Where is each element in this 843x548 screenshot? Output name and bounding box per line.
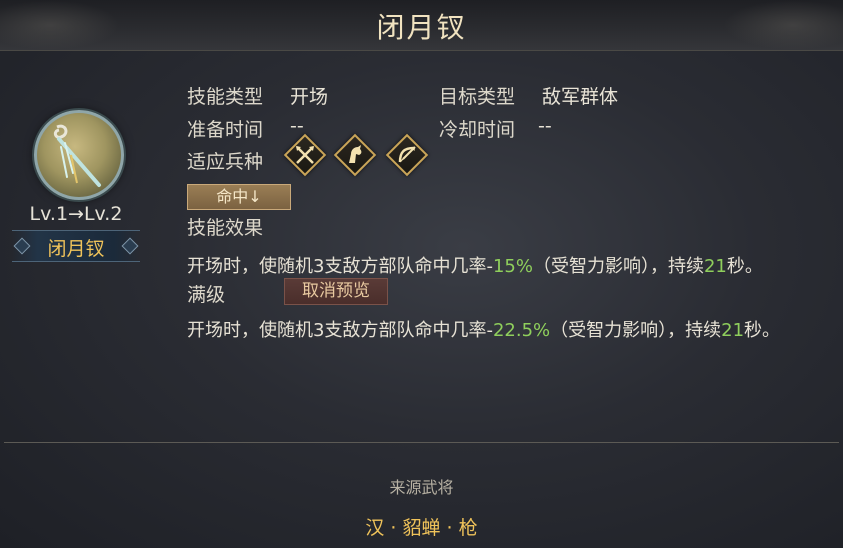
- prep-time-label: 准备时间: [187, 119, 264, 141]
- level-progress: Lv.1→Lv.2: [29, 203, 123, 225]
- source-general-label: 来源武将: [389, 478, 454, 497]
- effect-tag-button[interactable]: 命中↓: [187, 184, 291, 210]
- max-level-description: 开场时，使随机3支敌方部队命中几率-22.5%（受智力影响），持续21秒。: [187, 316, 780, 342]
- max-pct-value: 22.5%: [492, 320, 551, 341]
- effect-text-suffix: 秒。: [726, 256, 763, 277]
- bow-icon[interactable]: [385, 133, 429, 177]
- skill-type-value: 开场: [290, 86, 329, 108]
- troops-label: 适应兵种: [187, 151, 264, 173]
- skill-type-label: 技能类型: [187, 86, 264, 108]
- target-type-value: 敌军群体: [542, 86, 619, 108]
- section-divider: [4, 442, 839, 443]
- max-text-prefix: 开场时，使随机3支敌方部队命中几率-: [187, 320, 493, 341]
- title-bar: 闭月钗: [0, 0, 843, 51]
- max-level-label: 满级: [187, 284, 226, 306]
- skill-name-plate: 闭月钗: [12, 230, 140, 262]
- prep-time-value: --: [290, 115, 304, 137]
- effect-text-prefix: 开场时，使随机3支敌方部队命中几率-: [187, 256, 493, 277]
- horse-icon[interactable]: [333, 133, 377, 177]
- hairpin-icon: [34, 110, 124, 200]
- skill-icon-frame[interactable]: [26, 102, 126, 202]
- crossed-spears-icon[interactable]: [283, 133, 327, 177]
- max-text-mid: （受智力影响），持续: [550, 320, 722, 341]
- effect-description: 开场时，使随机3支敌方部队命中几率-15%（受智力影响），持续21秒。: [187, 252, 763, 278]
- cooldown-label: 冷却时间: [439, 119, 516, 141]
- effect-pct-value: 15%: [492, 256, 533, 277]
- page-title: 闭月钗: [376, 11, 467, 44]
- source-general-value[interactable]: 汉 · 貂蝉 · 枪: [0, 513, 843, 540]
- effect-duration-value: 21: [703, 256, 727, 277]
- cooldown-value: --: [538, 115, 552, 137]
- effect-label: 技能效果: [187, 217, 264, 239]
- effect-text-mid: （受智力影响），持续: [532, 256, 704, 277]
- cancel-preview-button[interactable]: 取消预览: [284, 278, 388, 305]
- max-duration-value: 21: [721, 320, 745, 341]
- skill-name: 闭月钗: [47, 238, 105, 260]
- target-type-label: 目标类型: [439, 86, 516, 108]
- max-text-suffix: 秒。: [744, 320, 781, 341]
